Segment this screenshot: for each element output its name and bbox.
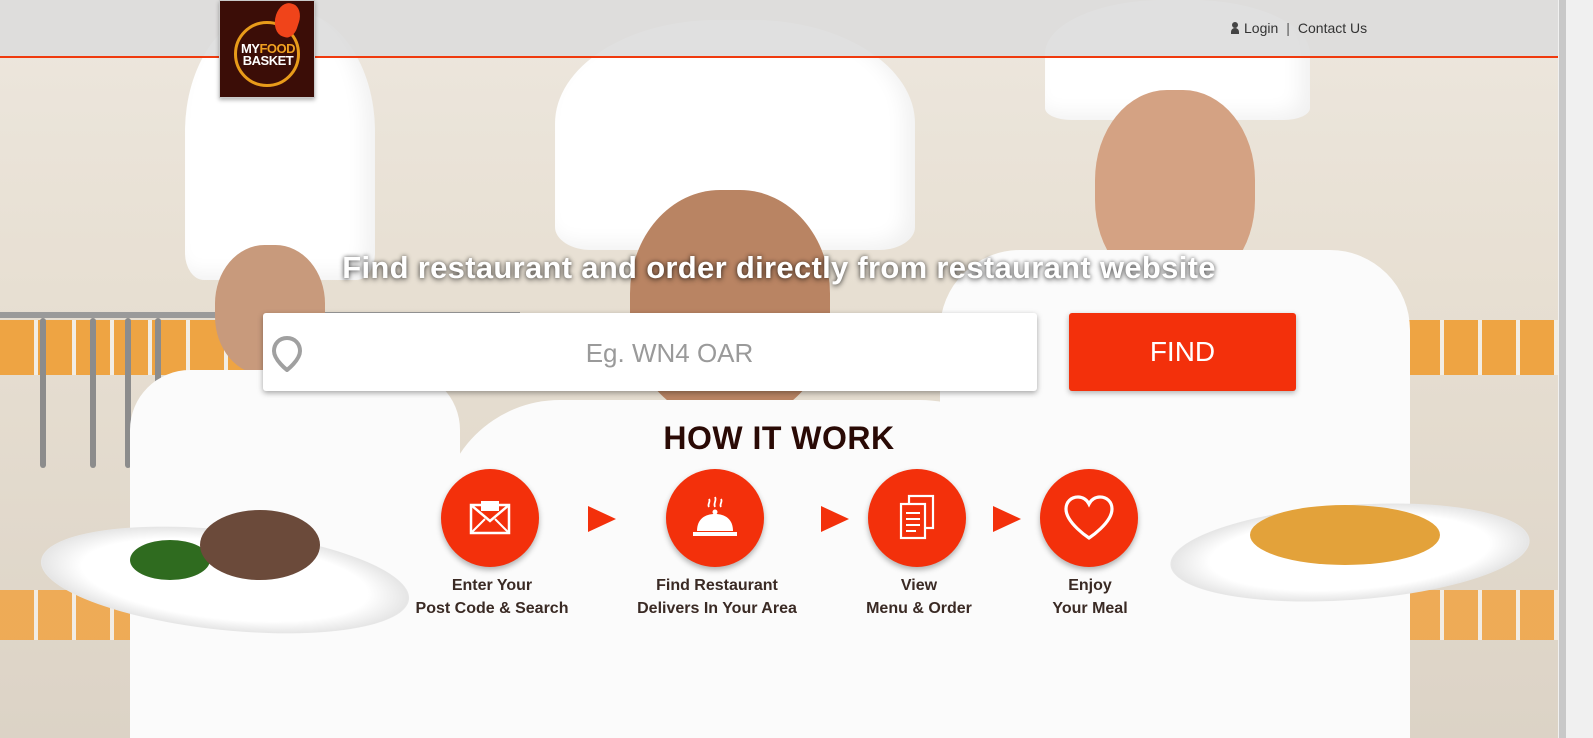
step-4-line2: Your Meal (1052, 600, 1128, 617)
vegetables (130, 540, 210, 580)
seafood-dish (1250, 505, 1440, 565)
step-4-label: Enjoy Your Meal (990, 574, 1190, 620)
step-4-circle (1040, 469, 1138, 567)
step-2-line2: Delivers In Your Area (637, 600, 797, 617)
hero-title: Find restaurant and order directly from … (342, 250, 1216, 285)
cloche-icon (693, 496, 737, 536)
step-1-line2: Post Code & Search (415, 600, 569, 617)
step-4-line1: Enjoy (1068, 577, 1112, 594)
header-nav: Login | Contact Us (1231, 20, 1367, 36)
user-icon (1231, 22, 1239, 34)
menu-documents-icon (899, 494, 935, 540)
how-it-work-title: HOW IT WORK (663, 420, 895, 456)
step-3-label: View Menu & Order (819, 574, 1019, 620)
nav-separator: | (1286, 20, 1290, 36)
step-2-circle (666, 469, 764, 567)
arrow-right-icon (821, 506, 849, 532)
step-2-label: Find Restaurant Delivers In Your Area (617, 574, 817, 620)
find-button[interactable]: FIND (1069, 313, 1296, 391)
arrow-right-icon (993, 506, 1021, 532)
step-3-line1: View (900, 577, 938, 594)
map-pin-icon (272, 336, 302, 372)
step-3-circle (868, 469, 966, 567)
arrow-right-icon (588, 506, 616, 532)
logo-text-basket: BASKET (242, 53, 294, 68)
postcode-search-input[interactable] (310, 322, 1029, 384)
contact-us-link[interactable]: Contact Us (1298, 20, 1367, 36)
heart-icon (1064, 495, 1114, 540)
zip-envelope-icon (469, 501, 511, 535)
page-scrollbar-thumb[interactable] (1559, 0, 1566, 738)
step-1-line1: Enter Your (451, 577, 533, 594)
step-3-line2: Menu & Order (866, 600, 972, 617)
lamb-chops (200, 510, 320, 580)
logo-text: MYFOOD BASKET (232, 42, 304, 68)
step-1-circle (441, 469, 539, 567)
logo[interactable]: MYFOOD BASKET (219, 0, 315, 98)
login-link[interactable]: Login (1244, 20, 1278, 36)
step-1-label: Enter Your Post Code & Search (392, 574, 592, 620)
step-2-line1: Find Restaurant (656, 577, 778, 594)
